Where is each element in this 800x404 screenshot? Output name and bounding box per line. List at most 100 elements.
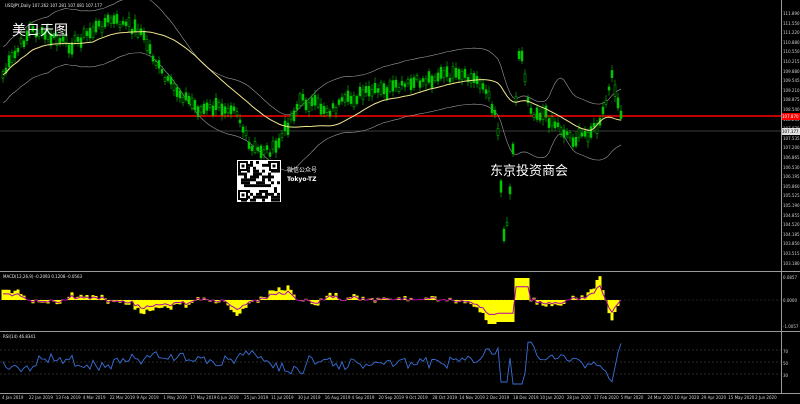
macd-histogram-bar — [236, 300, 239, 316]
price-axis-label: 111.220 — [783, 30, 800, 35]
qr-module — [256, 161, 259, 164]
date-axis-label: 13 Feb 2019 — [56, 395, 81, 400]
candle-body — [425, 79, 427, 85]
candle-body — [68, 45, 70, 53]
candle-body — [605, 100, 607, 104]
macd-histogram-bar — [506, 300, 509, 322]
candle-body — [194, 100, 196, 110]
candle-body — [470, 74, 472, 83]
candle-body — [479, 80, 481, 88]
date-axis-label: 11 Jul 2019 — [271, 395, 294, 400]
qr-module — [256, 193, 259, 196]
macd-histogram-bar — [491, 300, 494, 324]
candle-body — [350, 96, 352, 104]
qr-finder-core — [273, 165, 276, 168]
candle-body — [533, 115, 535, 118]
candle-body — [248, 142, 250, 149]
candle-body — [380, 83, 382, 95]
candle-body — [353, 96, 355, 107]
macd-histogram-bar — [488, 300, 491, 324]
candle-body — [593, 123, 595, 127]
candle-body — [566, 132, 568, 135]
candle-body — [407, 79, 409, 83]
candle-body — [92, 27, 94, 38]
candle-body — [443, 70, 445, 78]
date-axis-label: 22 Mar 2019 — [110, 395, 135, 400]
candle-body — [206, 103, 208, 110]
price-axis-label: 106.195 — [783, 174, 800, 179]
candle-body — [8, 56, 10, 67]
candle-body — [311, 98, 313, 106]
candle-body — [215, 98, 217, 110]
candle-body — [590, 127, 592, 138]
candle-body — [143, 31, 145, 40]
candle-body — [458, 69, 460, 79]
price-axis-label: 105.525 — [783, 193, 800, 198]
candle-body — [614, 85, 616, 96]
candle-body — [176, 88, 178, 97]
macd-histogram-bar — [281, 290, 284, 300]
date-axis-label: 25 Jun 2019 — [244, 395, 268, 400]
candle-body — [227, 108, 229, 113]
candle-body — [257, 147, 259, 150]
date-axis-label: 24 Mar 2020 — [648, 395, 673, 400]
candle-body — [200, 107, 202, 113]
qr-module — [241, 173, 244, 176]
date-axis-label: 30 Jul 2019 — [298, 395, 321, 400]
candle-body — [401, 81, 403, 85]
date-axis-label: 10 Apr 2020 — [674, 395, 699, 400]
qr-module — [262, 190, 265, 193]
candle-body — [392, 81, 394, 92]
price-chart-svg — [0, 0, 781, 271]
candle-body — [209, 104, 211, 107]
qr-module — [265, 184, 268, 187]
qr-module — [256, 173, 259, 176]
candle-body — [491, 104, 493, 113]
macd-histogram-bar — [272, 290, 275, 300]
qr-module — [271, 199, 274, 202]
qr-module — [250, 176, 253, 179]
qr-module — [259, 184, 262, 187]
candle-body — [344, 95, 346, 103]
macd-pane[interactable] — [0, 272, 781, 331]
qr-module — [265, 176, 268, 179]
candle-body — [122, 21, 124, 24]
candle-body — [461, 72, 463, 80]
candle-body — [128, 18, 130, 27]
candle-body — [395, 80, 397, 87]
date-axis-label: 9 Oct 2019 — [405, 395, 427, 400]
qr-module — [265, 196, 268, 199]
candle-body — [554, 122, 556, 128]
lower-band — [3, 53, 621, 171]
qr-module — [250, 193, 253, 196]
candle-body — [134, 20, 136, 32]
date-axis-label: 29 Apr 2020 — [701, 395, 726, 400]
candle-body — [422, 79, 424, 82]
candle-body — [500, 181, 502, 192]
candle-body — [281, 133, 283, 137]
candle-body — [410, 79, 412, 90]
qr-module — [256, 176, 259, 179]
price-axis-label: 105.860 — [783, 184, 800, 189]
candle-body — [575, 137, 577, 146]
macd-histogram-bar — [233, 300, 236, 312]
date-axis-label: 28 Jan 2020 — [567, 395, 591, 400]
macd-svg — [0, 272, 781, 331]
candle-body — [431, 76, 433, 88]
price-axis-label: 109.210 — [783, 88, 800, 93]
macd-histogram-bar — [593, 289, 596, 300]
candle-body — [329, 111, 331, 116]
price-axis-label: 104.855 — [783, 213, 800, 218]
candle-body — [539, 113, 541, 120]
candle-body — [482, 84, 484, 90]
candle-body — [386, 88, 388, 99]
rsi-pane[interactable] — [0, 332, 781, 393]
candle-body — [275, 141, 277, 153]
qr-module — [259, 196, 262, 199]
price-axis-label: 103.850 — [783, 241, 800, 246]
price-chart-pane[interactable] — [0, 0, 781, 271]
candle-body — [110, 18, 112, 24]
candle-body — [368, 86, 370, 96]
candle-body — [551, 117, 553, 126]
rsi-svg — [0, 332, 781, 393]
